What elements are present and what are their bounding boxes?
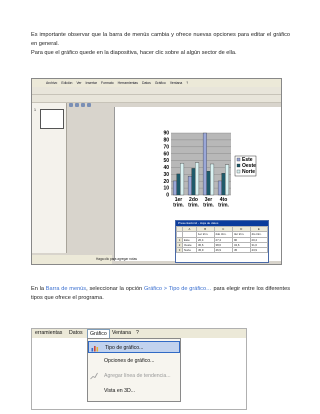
menu-item-opciones-grafico[interactable]: Opciones de gráfico... xyxy=(88,355,180,367)
slide-panel: 1 xyxy=(32,103,67,253)
chart-legend: EsteOesteNorte xyxy=(234,155,257,177)
toolbar-standard xyxy=(32,87,281,99)
y-tick-label: 80 xyxy=(163,137,169,143)
menu-item-3[interactable]: Insertar xyxy=(86,79,98,87)
bar-oeste xyxy=(206,171,211,196)
toolbar-chart xyxy=(32,95,281,107)
bar-este xyxy=(217,180,222,196)
menu-item-2[interactable]: Ver xyxy=(76,79,81,87)
bar-norte xyxy=(180,163,185,196)
y-tick-label: 20 xyxy=(163,179,169,185)
legend-swatch xyxy=(236,157,241,162)
bar-oeste xyxy=(176,173,181,196)
bar-oeste xyxy=(191,168,196,196)
datasheet-cell[interactable]: 45 xyxy=(231,247,251,254)
text-menu-path: Gráfico > Tipo de gráfico… xyxy=(143,286,212,292)
menu-item-5[interactable]: Herramientas xyxy=(118,79,138,87)
datasheet-series-name[interactable]: Norte xyxy=(182,247,197,254)
bar-oeste xyxy=(221,173,226,196)
x-tick-label: trim. xyxy=(203,203,214,209)
trendline-icon xyxy=(90,372,98,380)
menu-item-4[interactable]: Formato xyxy=(101,79,114,87)
menu-item-6[interactable]: Datos xyxy=(142,79,151,87)
menu-grafico[interactable]: Gráfico xyxy=(87,329,110,338)
x-tick-label: trim. xyxy=(218,203,229,209)
slide-number: 1 xyxy=(34,108,36,112)
bar-este xyxy=(172,180,177,196)
intro-paragraph-1: Es importante observar que la barra de m… xyxy=(31,32,290,47)
text-menu-bar: Barra de menús xyxy=(45,286,87,292)
y-tick-label: 90 xyxy=(163,131,169,137)
y-tick-label: 40 xyxy=(163,165,169,171)
x-tick-label: trim. xyxy=(173,203,184,209)
menu-bar: Archivo Edición Ver Insertar Formato Herramie… xyxy=(32,79,281,87)
y-tick-label: 10 xyxy=(163,186,169,192)
powerpoint-screenshot: Archivo Edición Ver Insertar Formato Herramie… xyxy=(31,78,282,265)
menu-item-7[interactable]: Gráfico xyxy=(155,79,166,87)
menu-item-0[interactable]: Archivo xyxy=(46,79,57,87)
grafico-menu-screenshot: erramientas Datos Gráfico Ventana ? Tipo… xyxy=(31,328,247,410)
slide-thumbnail[interactable] xyxy=(40,109,64,129)
text-pre: En la xyxy=(31,286,46,292)
menu-item-vista-3d[interactable]: Vista en 3D... xyxy=(88,385,180,397)
bar-este xyxy=(187,175,192,196)
bar-chart[interactable]: 0102030405060708090 1ertrim.2dotrim.3ert… xyxy=(147,129,257,217)
menu-item-linea-tendencia: Agregar línea de tendencia... xyxy=(88,370,180,382)
datasheet-cell[interactable]: 45,9 xyxy=(195,247,215,254)
bar-norte xyxy=(225,164,230,196)
menu-item-label: Tipo de gráfico... xyxy=(105,345,144,351)
datasheet-window[interactable]: Presentación2 - Hoja de datos A B C D E 1er t… xyxy=(175,220,269,263)
editor-background xyxy=(32,338,84,409)
table-row: 3 Norte 45,9 46,9 45 43,9 xyxy=(175,247,269,254)
menu-ventana[interactable]: Ventana xyxy=(112,329,131,338)
legend-swatch xyxy=(236,169,241,174)
text-mid: , seleccionar la opción xyxy=(86,286,144,292)
y-tick-label: 60 xyxy=(163,151,169,157)
y-tick-label: 70 xyxy=(163,144,169,150)
datasheet-table: A B C D E 1er trim. 2do trim. 3er trim. 4to trim… xyxy=(175,225,269,254)
instruction-paragraph: En la Barra de menús, seleccionar la opc… xyxy=(31,285,290,303)
notes-status: Haga clic para agregar notas xyxy=(32,255,137,264)
menu-item-label: Vista en 3D... xyxy=(104,388,136,394)
menu-item-8[interactable]: Ventana xyxy=(170,79,182,87)
y-tick-label: 50 xyxy=(163,158,169,164)
menu-item-1[interactable]: Edición xyxy=(61,79,72,87)
y-tick-label: 30 xyxy=(163,172,169,178)
legend-swatch xyxy=(236,163,241,168)
x-tick-labels: 1ertrim.2dotrim.3ertrim.4totrim. xyxy=(173,197,229,209)
menu-datos[interactable]: Datos xyxy=(69,329,83,338)
menu-item-label: Opciones de gráfico... xyxy=(104,358,155,364)
chart-type-icon xyxy=(91,346,99,352)
bar-norte xyxy=(210,163,215,196)
datasheet-cell[interactable]: 46,9 xyxy=(213,247,233,254)
menu-item-label: Agregar línea de tendencia... xyxy=(104,373,171,379)
grafico-dropdown: Tipo de gráfico... Opciones de gráfico..… xyxy=(87,338,181,402)
menu-help[interactable]: ? xyxy=(136,329,139,338)
datasheet-cell[interactable]: 43,9 xyxy=(249,247,269,254)
x-tick-label: trim. xyxy=(188,203,199,209)
menu-bar-2: erramientas Datos Gráfico Ventana ? xyxy=(32,329,246,338)
legend-label: Norte xyxy=(242,169,255,175)
menu-herramientas[interactable]: erramientas xyxy=(35,329,62,338)
bar-norte xyxy=(195,162,200,196)
bar-este xyxy=(202,132,207,196)
intro-paragraph-2: Para que el gráfico quede en la diaposit… xyxy=(31,50,237,56)
y-tick-labels: 0102030405060708090 xyxy=(163,131,169,199)
y-tick-label: 0 xyxy=(166,193,169,199)
menu-item-tipo-grafico[interactable]: Tipo de gráfico... xyxy=(88,341,180,353)
menu-item-9[interactable]: ? xyxy=(186,79,188,87)
